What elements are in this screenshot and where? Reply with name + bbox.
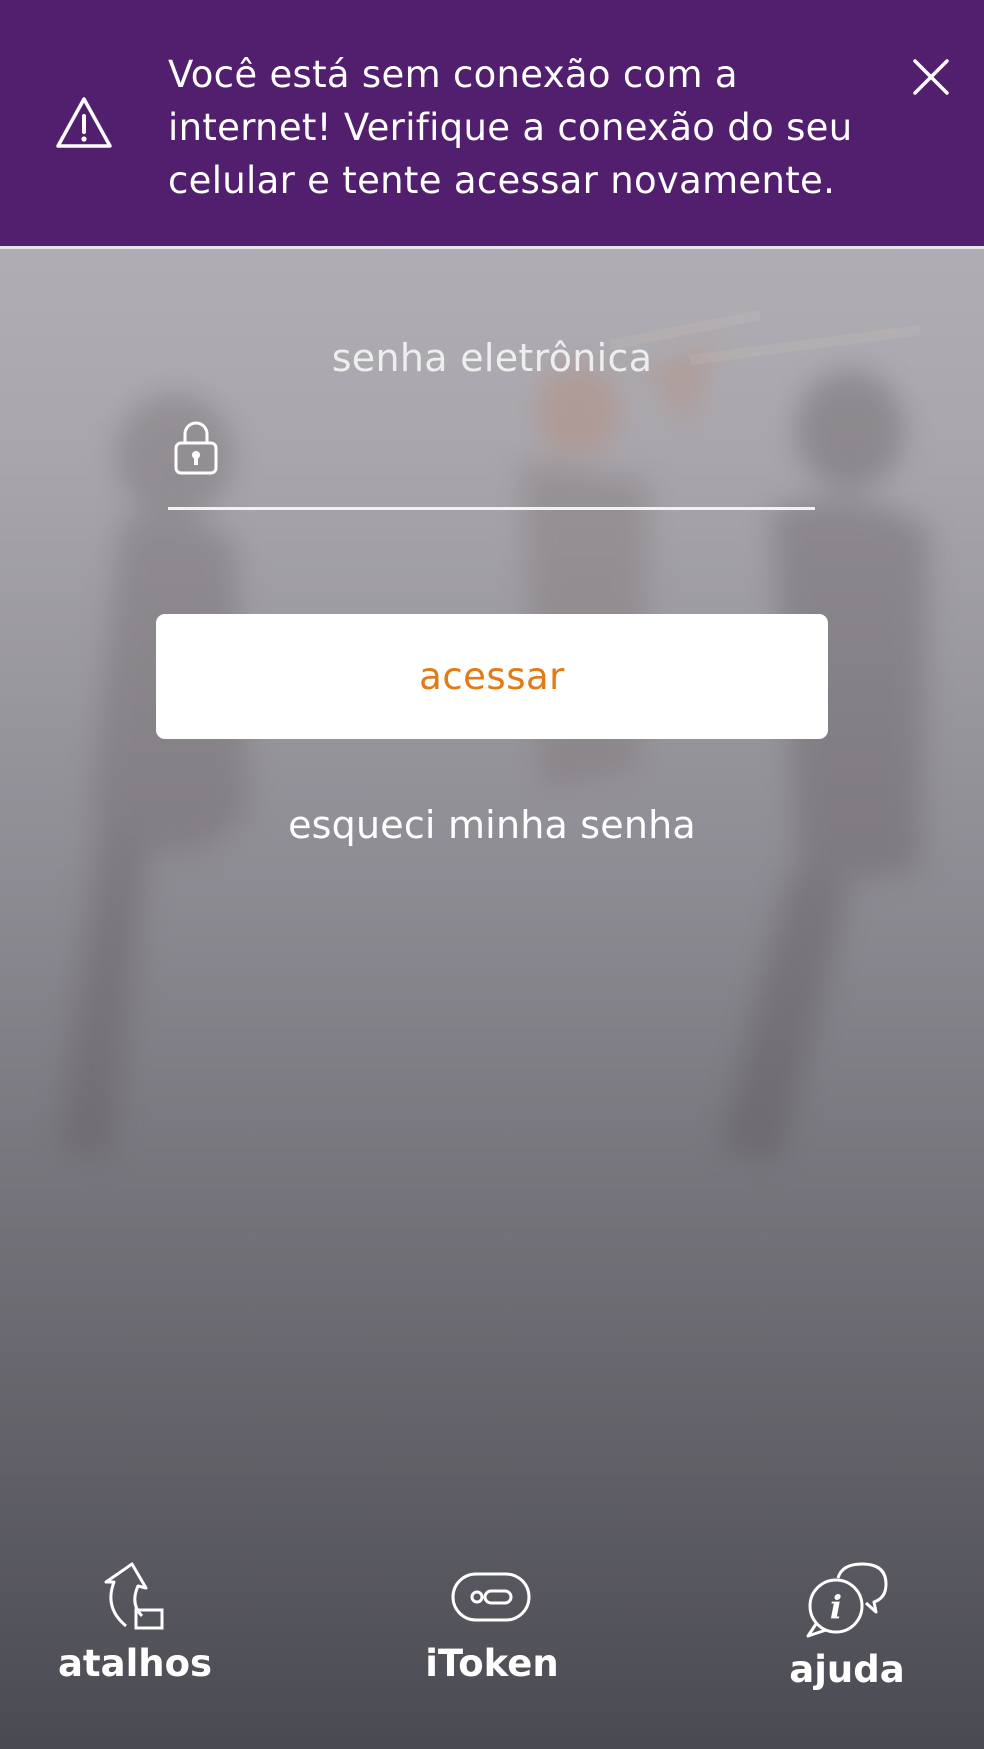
password-label: senha eletrônica xyxy=(331,336,653,380)
password-field[interactable] xyxy=(168,414,815,510)
forgot-password-link[interactable]: esqueci minha senha xyxy=(0,803,984,847)
nav-shortcuts[interactable]: atalhos xyxy=(25,1560,245,1685)
no-connection-alert: Você está sem conexão com a internet! Ve… xyxy=(0,0,984,249)
token-icon xyxy=(451,1572,531,1622)
alert-message: Você está sem conexão com a internet! Ve… xyxy=(168,53,853,202)
shortcut-arrow-icon xyxy=(104,1562,164,1630)
help-chat-icon: i xyxy=(806,1562,888,1638)
access-button[interactable]: acessar xyxy=(156,614,828,739)
nav-itoken[interactable]: iToken xyxy=(382,1560,602,1685)
nav-itoken-label: iToken xyxy=(425,1642,559,1685)
nav-help[interactable]: i ajuda xyxy=(737,1560,957,1691)
password-input[interactable] xyxy=(238,414,808,504)
nav-help-label: ajuda xyxy=(789,1648,905,1691)
lock-icon xyxy=(174,421,218,475)
nav-shortcuts-label: atalhos xyxy=(57,1642,213,1685)
close-icon[interactable] xyxy=(908,54,954,100)
svg-text:i: i xyxy=(830,1588,842,1626)
warning-triangle-icon xyxy=(56,97,112,148)
